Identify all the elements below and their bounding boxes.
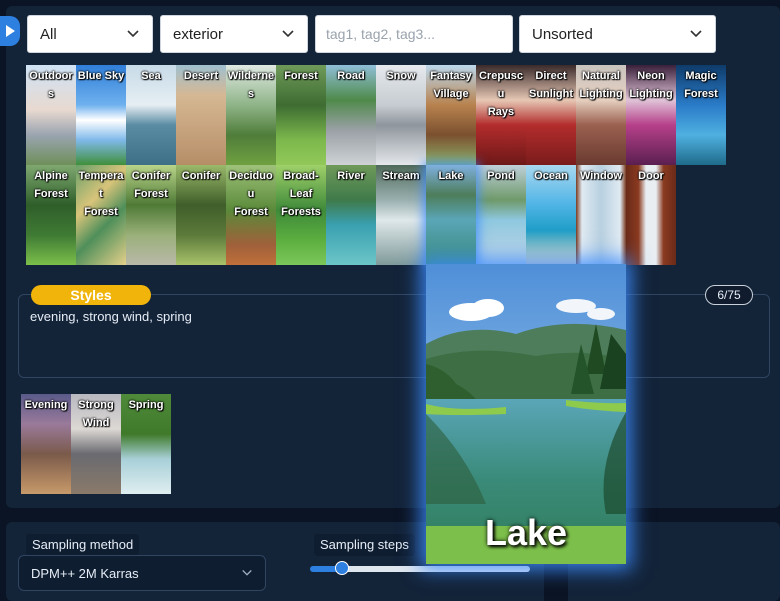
card-label: Door	[638, 170, 664, 182]
styles-value: evening, strong wind, spring	[30, 309, 192, 324]
card-label: Snow	[386, 70, 416, 82]
row1-card-blue-sky[interactable]: Blue Sky	[76, 65, 126, 165]
row2-card-river[interactable]: River	[326, 165, 376, 265]
row2-card-broadleaf-forests[interactable]: Broad- Leaf Forests	[276, 165, 326, 265]
row1-card-natural-lighting[interactable]: Natural Lighting	[576, 65, 626, 165]
row2-card-deciduous-forest[interactable]: Deciduou Forest	[226, 165, 276, 265]
card-label: Wildernes	[227, 70, 275, 100]
styles-textbox[interactable]	[18, 294, 770, 378]
sampling-method-value: DPM++ 2M Karras	[31, 565, 139, 581]
row2-card-pond[interactable]: Pond	[476, 165, 526, 265]
chevron-down-icon	[242, 569, 252, 576]
row1-card-magic-forest[interactable]: Magic Forest	[676, 65, 726, 165]
card-label: Forest	[284, 70, 318, 82]
card-label: Crepuscu Rays	[478, 70, 524, 118]
card-label: Desert	[183, 70, 219, 82]
subcategory-select[interactable]: exterior	[160, 15, 308, 53]
row2-card-door[interactable]: Door	[626, 165, 676, 265]
row2-card-lake[interactable]: Lake	[426, 165, 476, 265]
row1-card-sea[interactable]: Sea	[126, 65, 176, 165]
sampling-steps-slider-thumb[interactable]	[335, 561, 349, 575]
row1-card-crepuscular-rays[interactable]: Crepuscu Rays	[476, 65, 526, 165]
sort-select[interactable]: Unsorted	[519, 15, 716, 53]
card-label: Conifer Forest	[131, 170, 171, 200]
card-label: Sea	[141, 70, 161, 82]
row1-card-anime-girl-outdoors[interactable]: Outdoors	[26, 65, 76, 165]
sampling-method-dropdown[interactable]: DPM++ 2M Karras	[18, 555, 266, 591]
row1-card-wilderness[interactable]: Wildernes	[226, 65, 276, 165]
styles-counter-badge: 6/75	[705, 285, 753, 305]
card-label: Outdoors	[29, 70, 73, 100]
row2-card-temperate-forest[interactable]: Temperat Forest	[76, 165, 126, 265]
row1-card-snow[interactable]: Snow	[376, 65, 426, 165]
row2-card-conifer[interactable]: Conifer	[176, 165, 226, 265]
collapse-toggle-button[interactable]	[0, 16, 20, 46]
sort-select-value: Unsorted	[532, 25, 593, 43]
card-label: Temperat Forest	[78, 170, 124, 218]
panel-divider	[544, 560, 568, 601]
row2-card-alpine-forest[interactable]: Alpine Forest	[26, 165, 76, 265]
card-label: Magic Forest	[684, 70, 718, 100]
card-label: Conifer	[181, 170, 221, 182]
row2-card-window[interactable]: Window	[576, 165, 626, 265]
sampling-method-label: Sampling method	[26, 534, 140, 556]
card-label: Spring	[128, 399, 164, 411]
row2-card-conifer-forest[interactable]: Conifer Forest	[126, 165, 176, 265]
row1-card-forest[interactable]: Forest	[276, 65, 326, 165]
row2-card-ocean[interactable]: Ocean	[526, 165, 576, 265]
card-label: Neon Lighting	[629, 70, 673, 100]
card-label: Natural Lighting	[579, 70, 623, 100]
row1-card-desert[interactable]: Desert	[176, 65, 226, 165]
styles-label: Styles	[31, 285, 151, 305]
card-label: Blue Sky	[77, 70, 125, 82]
subcategory-select-value: exterior	[173, 25, 224, 43]
category-select-value: All	[40, 25, 57, 43]
card-label: Lake	[438, 170, 464, 182]
card-label: Alpine Forest	[34, 170, 68, 200]
play-arrow-icon	[6, 25, 15, 37]
card-label: Broad- Leaf Forests	[281, 170, 321, 218]
selected-card-spring-stream[interactable]: Spring	[121, 394, 171, 494]
row1-card-neon-lighting[interactable]: Neon Lighting	[626, 65, 676, 165]
card-label: Direct Sunlight	[529, 70, 573, 100]
category-select[interactable]: All	[27, 15, 153, 53]
chevron-down-icon	[690, 30, 702, 38]
chevron-down-icon	[282, 30, 294, 38]
card-label: Road	[337, 70, 365, 82]
card-label: Evening	[24, 399, 68, 411]
row1-card-fantasy-village[interactable]: Fantasy Village	[426, 65, 476, 165]
row1-card-direct-sunlight[interactable]: Direct Sunlight	[526, 65, 576, 165]
selected-card-evening-village[interactable]: Evening	[21, 394, 71, 494]
card-label: Stream	[382, 170, 420, 182]
chevron-down-icon	[127, 30, 139, 38]
row2-card-stream[interactable]: Stream	[376, 165, 426, 265]
card-label: Ocean	[534, 170, 568, 182]
sampling-steps-label: Sampling steps	[314, 534, 415, 556]
card-label: Strong Wind	[78, 399, 114, 429]
card-label: Fantasy Village	[430, 70, 472, 100]
card-label: Window	[579, 170, 623, 182]
card-label: Deciduou Forest	[229, 170, 273, 218]
row1-card-road[interactable]: Road	[326, 65, 376, 165]
lake-preview-popup: Lake	[426, 264, 626, 564]
card-label: Pond	[487, 170, 515, 182]
selected-card-strong-wind[interactable]: Strong Wind	[71, 394, 121, 494]
tags-filter-input[interactable]	[315, 15, 513, 53]
preview-title: Lake	[484, 512, 568, 553]
card-label: River	[337, 170, 365, 182]
